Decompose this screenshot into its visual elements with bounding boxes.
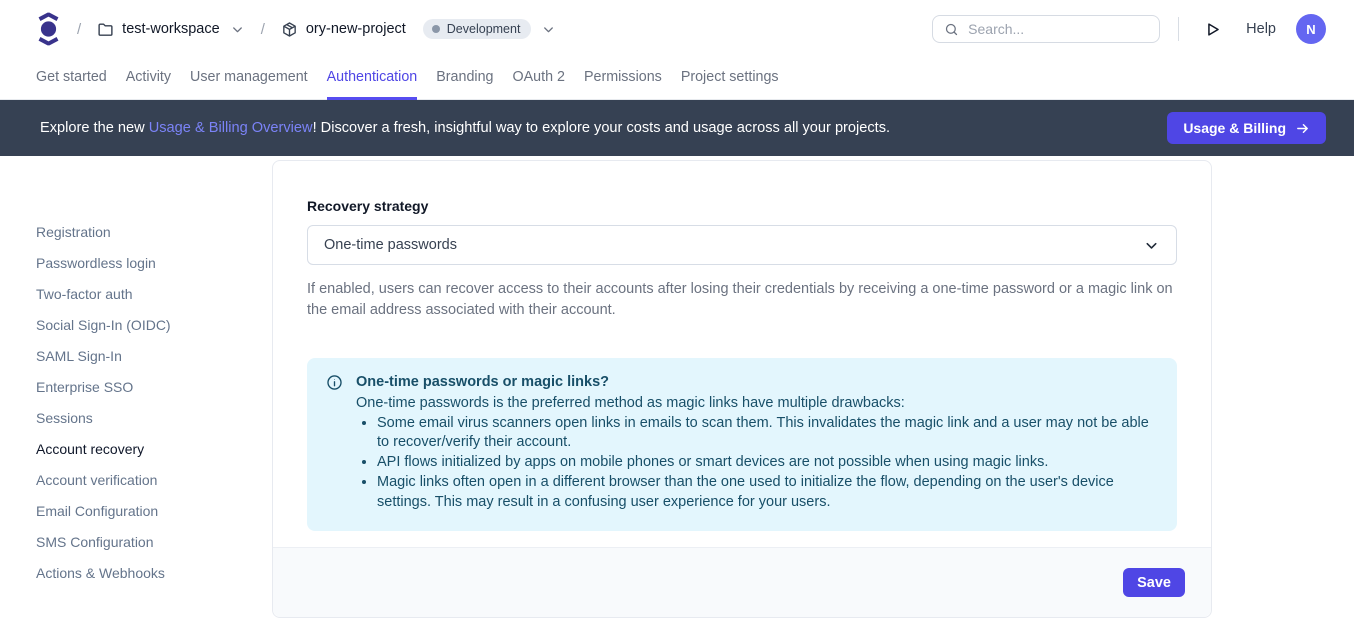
chevron-down-icon	[1143, 237, 1160, 254]
chevron-down-icon	[228, 22, 245, 37]
environment-dot-icon	[432, 25, 440, 33]
nav-tab[interactable]: OAuth 2	[512, 58, 564, 100]
sidebar-item[interactable]: Enterprise SSO	[36, 371, 272, 402]
top-bar: / test-workspace / ory-new-project Devel…	[0, 0, 1354, 58]
usage-billing-button-label: Usage & Billing	[1183, 120, 1286, 136]
info-box-bullets: Some email virus scanners open links in …	[356, 414, 1155, 513]
usage-billing-overview-link[interactable]: Usage & Billing Overview	[149, 120, 313, 136]
arrow-right-icon	[1295, 121, 1310, 136]
project-nav-tabs: Get started Activity User management Authen…	[0, 58, 1354, 100]
workspace-name: test-workspace	[122, 21, 220, 37]
environment-badge: Development	[423, 19, 532, 39]
project-name: ory-new-project	[306, 21, 406, 37]
info-box-bullet: API flows initialized by apps on mobile …	[377, 453, 1155, 473]
user-avatar[interactable]: N	[1296, 14, 1326, 44]
recovery-strategy-select[interactable]: One-time passwords	[307, 225, 1177, 265]
workspace-switcher[interactable]: test-workspace	[97, 21, 245, 38]
project-switcher[interactable]: ory-new-project Development	[281, 19, 557, 39]
info-box-intro: One-time passwords is the preferred meth…	[356, 394, 1155, 414]
sidebar-item[interactable]: Actions & Webhooks	[36, 557, 272, 588]
breadcrumb-separator: /	[77, 21, 81, 38]
info-circle-icon	[326, 373, 343, 513]
sidebar-item[interactable]: Social Sign-In (OIDC)	[36, 309, 272, 340]
nav-tab[interactable]: Branding	[436, 58, 493, 100]
save-button[interactable]: Save	[1123, 568, 1185, 597]
sidebar-item[interactable]: Sessions	[36, 402, 272, 433]
banner-text-prefix: Explore the new	[40, 120, 149, 136]
selected-option: One-time passwords	[324, 237, 457, 253]
usage-billing-banner: Explore the new Usage & Billing Overview…	[0, 100, 1354, 156]
search-icon	[944, 22, 959, 37]
help-button[interactable]: Help	[1246, 21, 1276, 37]
sidebar-item[interactable]: Registration	[36, 216, 272, 247]
nav-tab[interactable]: Activity	[126, 58, 171, 100]
sidebar-item[interactable]: Two-factor auth	[36, 278, 272, 309]
package-icon	[281, 21, 298, 38]
info-box-title: One-time passwords or magic links?	[356, 373, 1155, 393]
sidebar-item[interactable]: Email Configuration	[36, 495, 272, 526]
info-box-content: One-time passwords or magic links? One-t…	[356, 373, 1155, 513]
breadcrumb-separator: /	[261, 21, 265, 38]
card-body: Recovery strategy One-time passwords If …	[273, 161, 1211, 531]
banner-text-suffix: ! Discover a fresh, insightful way to ex…	[313, 120, 891, 136]
sidebar-item[interactable]: Account recovery	[36, 433, 272, 464]
search-box[interactable]	[932, 15, 1160, 43]
usage-billing-button[interactable]: Usage & Billing	[1167, 112, 1326, 144]
nav-tab[interactable]: Project settings	[681, 58, 779, 100]
info-box: One-time passwords or magic links? One-t…	[307, 358, 1177, 531]
header-divider	[1178, 17, 1179, 41]
account-recovery-card: Recovery strategy One-time passwords If …	[272, 160, 1212, 618]
info-box-bullet: Some email virus scanners open links in …	[377, 414, 1155, 454]
nav-tab[interactable]: Get started	[36, 58, 107, 100]
banner-text: Explore the new Usage & Billing Overview…	[40, 120, 890, 136]
card-footer: Save	[273, 547, 1211, 617]
chevron-down-icon	[539, 22, 556, 37]
sidebar-item[interactable]: SAML Sign-In	[36, 340, 272, 371]
info-box-bullet: Magic links often open in a different br…	[377, 473, 1155, 513]
search-input[interactable]	[968, 21, 1148, 37]
recovery-strategy-description: If enabled, users can recover access to …	[307, 279, 1177, 320]
recovery-strategy-label: Recovery strategy	[307, 198, 1177, 214]
nav-tab[interactable]: User management	[190, 58, 308, 100]
sidebar-item[interactable]: Passwordless login	[36, 247, 272, 278]
nav-tab[interactable]: Authentication	[327, 58, 418, 100]
page-content: RegistrationPasswordless loginTwo-factor…	[0, 156, 1354, 618]
play-icon[interactable]	[1201, 18, 1224, 41]
folder-icon	[97, 21, 114, 38]
settings-sidebar: RegistrationPasswordless loginTwo-factor…	[0, 160, 272, 588]
ory-logo-icon[interactable]	[36, 12, 61, 46]
environment-label: Development	[447, 22, 521, 36]
sidebar-item[interactable]: Account verification	[36, 464, 272, 495]
sidebar-item[interactable]: SMS Configuration	[36, 526, 272, 557]
nav-tab[interactable]: Permissions	[584, 58, 662, 100]
